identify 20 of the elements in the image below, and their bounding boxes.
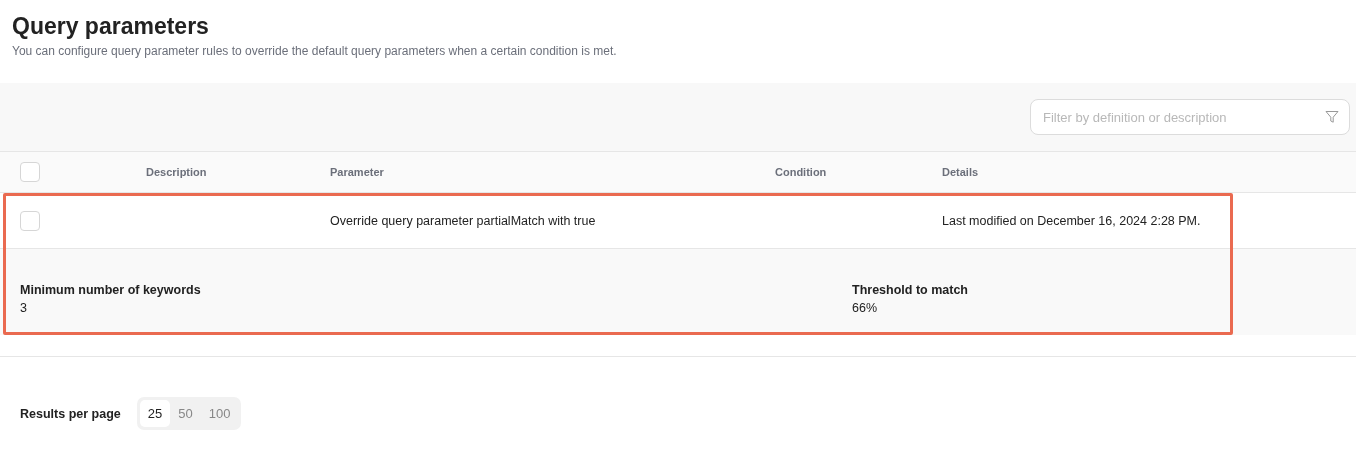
column-header: Parameter	[330, 166, 385, 178]
detail-value: 66%	[852, 301, 879, 315]
select-all-checkbox[interactable]	[20, 162, 40, 182]
filter-icon	[1325, 110, 1339, 124]
page-size-option[interactable]: 100	[200, 400, 239, 427]
page-size-option[interactable]: 50	[170, 400, 201, 427]
detail-label: Threshold to match	[852, 283, 969, 297]
results-per-page-label: Results per page	[20, 406, 121, 421]
page-size-option[interactable]: 25	[139, 400, 171, 427]
table-cell-text: Last modified on December 16, 2024 2:28 PM.	[942, 213, 1202, 228]
detail-value: 3	[20, 301, 28, 315]
column-header: Condition	[775, 166, 828, 178]
column-header: Details	[942, 166, 980, 178]
table-cell-text: Override query parameter partialMatch with true	[330, 213, 597, 228]
row-checkbox[interactable]	[20, 210, 40, 231]
column-header: Description	[146, 166, 208, 178]
page-title: Query parameters	[12, 12, 210, 40]
page-description: You can configure query parameter rules to override the default query parameters when a certain condition is met.	[12, 44, 618, 58]
filter-field[interactable]: Filter by definition or description	[1030, 99, 1350, 135]
detail-label: Minimum number of keywords	[20, 283, 202, 297]
